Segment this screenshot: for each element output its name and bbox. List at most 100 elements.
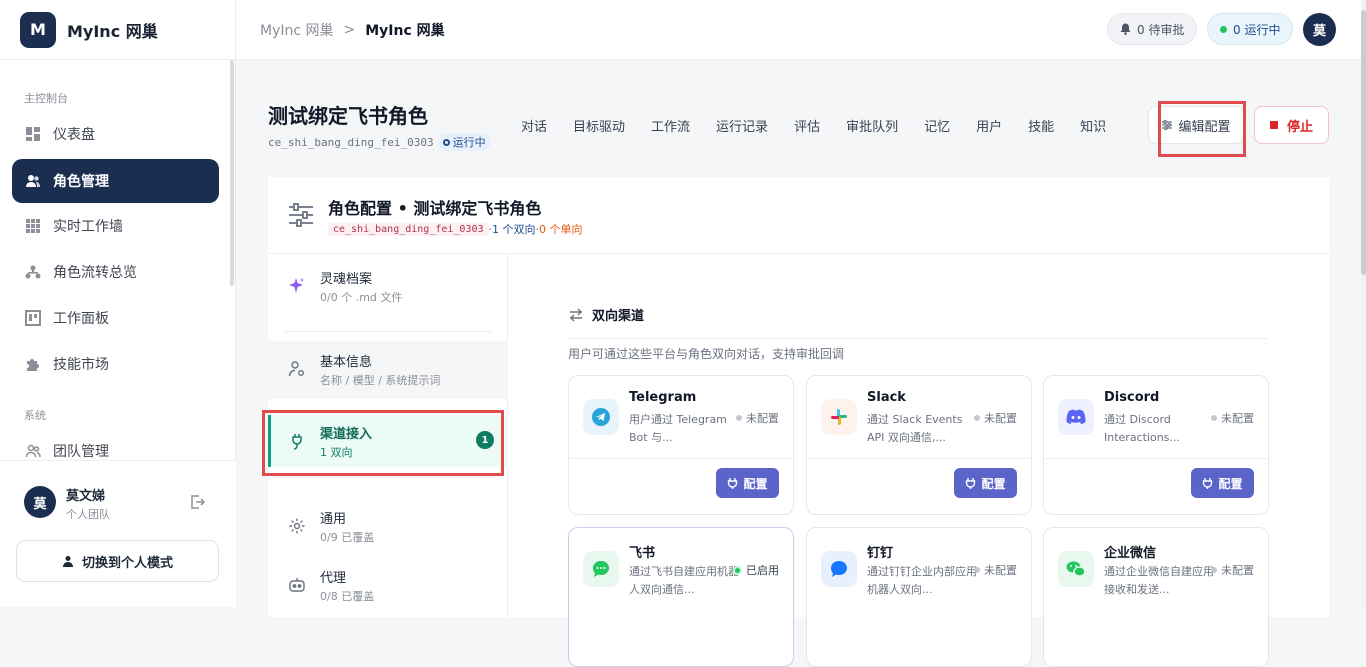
top-avatar[interactable]: 莫 xyxy=(1303,13,1336,46)
approvals-pill[interactable]: 0 待审批 xyxy=(1107,13,1198,45)
menu-item-basic[interactable]: 基本信息 名称 / 模型 / 系统提示词 xyxy=(268,341,508,399)
tab-users[interactable]: 用户 xyxy=(963,116,1015,135)
swap-icon xyxy=(568,308,584,322)
channel-status: 已启用 xyxy=(733,562,779,578)
slack-icon xyxy=(821,399,857,435)
menu-item-title: 基本信息 xyxy=(320,355,373,370)
running-pill[interactable]: 0 运行中 xyxy=(1207,13,1294,45)
channel-card-telegram[interactable]: Telegram 用户通过 Telegram Bot 与... 未配置 配置 xyxy=(568,375,794,515)
stop-label: 停止 xyxy=(1286,119,1313,135)
menu-item-title: 通用 xyxy=(320,512,347,527)
edit-config-label: 编辑配置 xyxy=(1178,119,1231,135)
channel-card-feishu[interactable]: 飞书 通过飞书自建应用机器人双向通信... 已启用 xyxy=(568,527,794,667)
channel-desc: 通过 Discord Interactions... xyxy=(1104,413,1180,444)
tab-memory[interactable]: 记忆 xyxy=(911,116,963,135)
channel-card-discord[interactable]: Discord 通过 Discord Interactions... 未配置 配… xyxy=(1043,375,1269,515)
card-divider xyxy=(807,458,1031,459)
config-meta: ce_shi_bang_ding_fei_0303 · 1 个双向 · 0 个单… xyxy=(328,221,583,237)
channel-name: 企业微信 xyxy=(1104,546,1157,561)
channel-status-label: 已启用 xyxy=(746,564,779,577)
sidebar-item-label: 实时工作墙 xyxy=(53,219,123,235)
status-label: 运行中 xyxy=(452,136,486,149)
tab-chat[interactable]: 对话 xyxy=(508,116,560,135)
menu-item-channels[interactable]: 渠道接入 1 双向 1 xyxy=(268,415,508,467)
configure-button[interactable]: 配置 xyxy=(954,468,1017,498)
sidebar-item-roles[interactable]: 角色管理 xyxy=(12,159,219,203)
bidir-count: 1 个双向 xyxy=(492,223,536,236)
breadcrumb-parent[interactable]: MyInc 网巢 xyxy=(260,20,334,40)
channel-status: 未配置 xyxy=(974,410,1017,426)
avatar[interactable]: 莫 xyxy=(24,486,56,518)
channel-card-slack[interactable]: Slack 通过 Slack Events API 双向通信,... 未配置 配… xyxy=(806,375,1032,515)
unidir-count: 0 个单向 xyxy=(539,223,583,236)
card-divider xyxy=(569,458,793,459)
plug-icon xyxy=(965,477,976,489)
status-dot-icon xyxy=(733,565,742,575)
page-title: 测试绑定飞书角色 xyxy=(268,104,428,128)
menu-item-agent[interactable]: 代理 0/8 已覆盖 xyxy=(268,557,508,615)
sidebar-item-role-flow[interactable]: 角色流转总览 xyxy=(12,250,219,294)
logout-icon[interactable] xyxy=(190,494,206,514)
brand[interactable]: M MyInc 网巢 xyxy=(0,0,235,60)
switch-mode-label: 切换到个人模式 xyxy=(81,555,173,571)
tab-goal[interactable]: 目标驱动 xyxy=(560,116,638,135)
user-team: 个人团队 xyxy=(66,508,110,521)
channel-desc: 通过企业微信自建应用接收和发送... xyxy=(1104,565,1214,596)
users-icon xyxy=(25,173,41,189)
config-title: 角色配置 • 测试绑定飞书角色 xyxy=(328,199,542,218)
tab-workflow[interactable]: 工作流 xyxy=(638,116,703,135)
sidebar-item-skill-market[interactable]: 技能市场 xyxy=(12,342,219,386)
configure-button[interactable]: 配置 xyxy=(716,468,779,498)
discord-icon xyxy=(1058,399,1094,435)
menu-item-sub: 1 双向 xyxy=(320,446,353,459)
feishu-icon xyxy=(583,551,619,587)
tab-runs[interactable]: 运行记录 xyxy=(703,116,781,135)
config-slug: ce_shi_bang_ding_fei_0303 xyxy=(328,222,489,236)
flow-icon xyxy=(25,264,41,280)
tab-skills[interactable]: 技能 xyxy=(1015,116,1067,135)
channel-desc: 通过 Slack Events API 双向通信,... xyxy=(867,413,963,444)
config-header: 角色配置 • 测试绑定飞书角色 ce_shi_bang_ding_fei_030… xyxy=(268,177,1329,254)
channel-name: 钉钉 xyxy=(867,546,894,561)
team-icon xyxy=(25,443,41,459)
page-scrollbar[interactable] xyxy=(1361,0,1366,607)
configure-button[interactable]: 配置 xyxy=(1191,468,1254,498)
configure-label: 配置 xyxy=(981,476,1006,491)
status-dot-icon xyxy=(974,567,980,573)
channel-status-label: 未配置 xyxy=(746,412,779,425)
channel-desc: 通过飞书自建应用机器人双向通信... xyxy=(629,565,739,596)
sidebar-item-live-wall[interactable]: 实时工作墙 xyxy=(12,204,219,248)
puzzle-icon xyxy=(25,356,41,372)
channels-badge: 1 xyxy=(476,431,494,449)
channel-card-dingtalk[interactable]: 钉钉 通过钉钉企业内部应用机器人双向... 未配置 xyxy=(806,527,1032,667)
menu-item-soul[interactable]: 灵魂档案 0/0 个 .md 文件 xyxy=(268,258,508,316)
configure-label: 配置 xyxy=(1218,476,1243,491)
config-panel: 角色配置 • 测试绑定飞书角色 ce_shi_bang_ding_fei_030… xyxy=(268,177,1329,667)
approvals-count: 0 待审批 xyxy=(1137,22,1185,37)
role-tabs: 对话 目标驱动 工作流 运行记录 评估 审批队列 记忆 用户 技能 知识 xyxy=(508,106,1109,144)
sidebar-item-label: 技能市场 xyxy=(53,357,109,373)
running-dot-icon xyxy=(1220,25,1227,33)
status-dot-icon xyxy=(736,415,742,421)
edit-config-button[interactable]: 编辑配置 xyxy=(1148,106,1244,144)
sidebar-item-label: 仪表盘 xyxy=(53,127,95,143)
channel-status-label: 未配置 xyxy=(984,412,1017,425)
sidebar: M MyInc 网巢 主控制台 仪表盘 角色管理 实时工作墙 角色流转总览 工作… xyxy=(0,0,236,607)
breadcrumb-separator: > xyxy=(343,22,356,38)
wecom-icon xyxy=(1058,551,1094,587)
sidebar-item-label: 团队管理 xyxy=(53,444,109,460)
tab-approvals[interactable]: 审批队列 xyxy=(833,116,911,135)
channel-status-label: 未配置 xyxy=(1221,412,1254,425)
tab-knowledge[interactable]: 知识 xyxy=(1067,116,1109,135)
sidebar-scrollbar[interactable] xyxy=(230,60,234,286)
menu-item-general[interactable]: 通用 0/9 已覆盖 xyxy=(268,498,508,556)
tab-eval[interactable]: 评估 xyxy=(781,116,833,135)
sidebar-item-dashboard[interactable]: 仪表盘 xyxy=(12,112,219,156)
stop-button[interactable]: 停止 xyxy=(1254,106,1329,144)
switch-mode-button[interactable]: 切换到个人模式 xyxy=(16,540,219,582)
channel-name: Discord xyxy=(1104,390,1160,405)
channel-status-label: 未配置 xyxy=(984,564,1017,577)
channel-card-wecom[interactable]: 企业微信 通过企业微信自建应用接收和发送... 未配置 xyxy=(1043,527,1269,667)
sidebar-item-work-board[interactable]: 工作面板 xyxy=(12,296,219,340)
channel-desc: 通过钉钉企业内部应用机器人双向... xyxy=(867,565,977,596)
